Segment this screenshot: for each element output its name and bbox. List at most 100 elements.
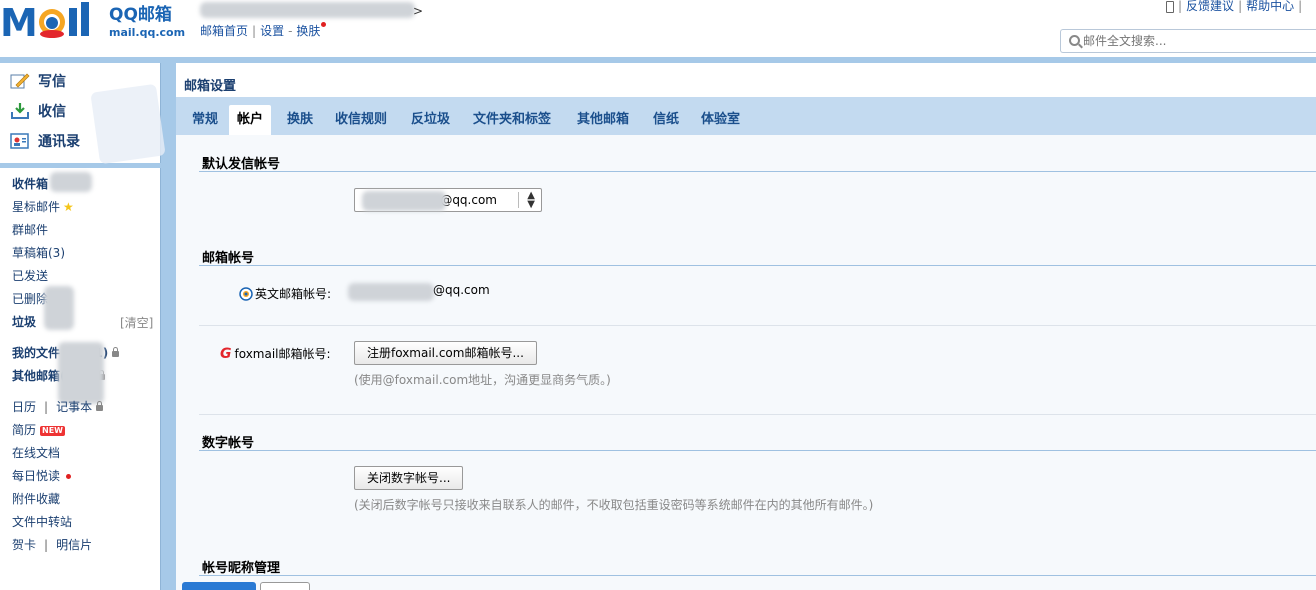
english-account-label-text: 英文邮箱帐号: — [255, 287, 332, 301]
english-account-label: 英文邮箱帐号: — [239, 285, 331, 302]
clear-spam-button[interactable]: [清空] — [120, 314, 153, 331]
folder-deleted[interactable]: 已删除 — [12, 291, 48, 307]
tab-mail-rules[interactable]: 收信规则 — [327, 105, 395, 135]
resume-link[interactable]: 简历 NEW — [12, 422, 65, 438]
compose-button[interactable]: 写信 — [10, 70, 66, 92]
redacted-user-name — [200, 2, 415, 18]
top-header: M QQ邮箱 mail.qq.com > 邮箱首页 | 设置 - 换肤 | 反馈建议 | 帮助… — [0, 0, 1316, 57]
section-divider — [199, 171, 1316, 172]
redacted-count — [50, 172, 92, 192]
folder-drafts[interactable]: 草稿箱(3) — [12, 245, 65, 261]
account-settings-content: 默认发信帐号 @qq.com ▲ ▼ 邮箱帐号 英文邮箱帐号: @qq.com G… — [176, 135, 1316, 590]
notes-link[interactable]: 记事本 — [56, 400, 92, 414]
foxmail-logo-icon: G — [220, 345, 232, 362]
contacts-label: 通讯录 — [38, 134, 80, 150]
tab-general[interactable]: 常规 — [184, 105, 226, 135]
inbox-label: 收信 — [38, 104, 66, 120]
greeting-card-link[interactable]: 贺卡 — [12, 538, 36, 552]
qq-mail-globe-icon — [239, 286, 253, 301]
section-title-nickname: 帐号昵称管理 — [202, 561, 281, 576]
file-transfer-link[interactable]: 文件中转站 — [12, 514, 72, 530]
my-folders-label: 我的文件 — [12, 346, 61, 360]
folder-starred[interactable]: 星标邮件 ★ — [12, 199, 74, 215]
folder-inbox[interactable]: 收件箱 — [12, 176, 48, 192]
search-input[interactable] — [1083, 33, 1303, 49]
help-center-link[interactable]: 帮助中心 — [1246, 0, 1294, 13]
redacted-account-name — [362, 191, 446, 211]
address-book-icon — [10, 132, 30, 150]
section-divider — [199, 450, 1316, 451]
folder-sent[interactable]: 已发送 — [12, 268, 48, 284]
register-foxmail-button[interactable]: 注册foxmail.com邮箱帐号... — [354, 341, 537, 365]
separator: - — [288, 24, 293, 38]
separator: | — [252, 24, 257, 38]
tab-lab[interactable]: 体验室 — [693, 105, 748, 135]
sidebar-folder-list: 收件箱 星标邮件 ★ 群邮件 草稿箱(3) 已发送 已删除 垃圾 [清空] 我的文… — [0, 168, 161, 590]
cancel-button[interactable] — [260, 582, 310, 590]
notification-dot — [66, 474, 72, 479]
section-title-digital-account: 数字帐号 — [202, 436, 255, 451]
default-sender-value: @qq.com — [440, 193, 497, 207]
foxmail-note: (使用@foxmail.com地址，沟通更显商务气质。) — [354, 373, 611, 387]
skin-notification-dot — [321, 22, 327, 27]
qq-mail-logo[interactable]: M — [0, 0, 104, 42]
skin-link[interactable]: 换肤 — [296, 24, 320, 38]
calendar-link[interactable]: 日历 — [12, 400, 36, 414]
inbox-button[interactable]: 收信 — [10, 100, 66, 122]
compose-label: 写信 — [38, 74, 66, 90]
postcard-link[interactable]: 明信片 — [56, 538, 92, 552]
contacts-button[interactable]: 通讯录 — [10, 130, 80, 152]
separator: | — [1298, 0, 1303, 13]
settings-panel: 邮箱设置 常规 帐户 换肤 收信规则 反垃圾 文件夹和标签 其他邮箱 信纸 体验… — [176, 63, 1316, 590]
separator: | — [44, 538, 49, 552]
brand-domain: mail.qq.com — [109, 26, 186, 39]
foxmail-account-label-text: foxmail邮箱帐号: — [234, 347, 331, 361]
redacted-account-name — [348, 283, 434, 301]
tab-stationery[interactable]: 信纸 — [645, 105, 687, 135]
daily-reading-label: 每日悦读 — [12, 469, 61, 483]
folder-starred-label: 星标邮件 — [12, 200, 61, 214]
close-digital-account-button[interactable]: 关闭数字帐号... — [354, 466, 464, 490]
section-divider — [199, 575, 1316, 576]
lock-icon — [96, 400, 104, 411]
search-box[interactable] — [1060, 29, 1316, 53]
svg-text:M: M — [0, 1, 38, 42]
tab-folders-labels[interactable]: 文件夹和标签 — [465, 105, 559, 135]
select-divider — [518, 192, 519, 208]
page-title: 邮箱设置 — [184, 79, 237, 94]
save-button[interactable] — [182, 582, 256, 590]
tab-other-mailboxes[interactable]: 其他邮箱 — [569, 105, 637, 135]
divider — [199, 325, 1316, 326]
online-docs-link[interactable]: 在线文档 — [12, 445, 60, 461]
redacted-count — [44, 286, 74, 330]
daily-reading-link[interactable]: 每日悦读 — [12, 468, 72, 484]
sidebar-quick-actions: 写信 收信 通讯录 — [0, 63, 166, 165]
separator: | — [1178, 0, 1183, 13]
tab-anti-spam[interactable]: 反垃圾 — [403, 105, 458, 135]
folder-spam[interactable]: 垃圾 — [12, 314, 36, 330]
section-title-mailbox-account: 邮箱帐号 — [202, 251, 255, 266]
redacted-count — [58, 342, 104, 404]
new-badge: NEW — [40, 425, 65, 436]
search-icon[interactable] — [1069, 35, 1080, 46]
phone-icon[interactable] — [1166, 0, 1174, 13]
tab-account[interactable]: 帐户 — [229, 105, 272, 135]
settings-link[interactable]: 设置 — [260, 24, 284, 38]
separator: | — [1238, 0, 1243, 13]
separator: | — [44, 400, 49, 414]
attachments-link[interactable]: 附件收藏 — [12, 491, 60, 507]
updown-arrow-icon: ▲ ▼ — [527, 190, 535, 210]
help-links: | 反馈建议 | 帮助中心 | — [1166, 0, 1306, 14]
digital-account-note: (关闭后数字帐号只接收来自联系人的邮件，不收取包括重设密码等系统邮件在内的其他所… — [354, 498, 874, 512]
mail-home-link[interactable]: 邮箱首页 — [200, 24, 248, 38]
feedback-link[interactable]: 反馈建议 — [1186, 0, 1234, 13]
app-row-cards: 贺卡 | 明信片 — [12, 537, 92, 553]
foxmail-account-label: G foxmail邮箱帐号: — [220, 345, 331, 362]
tab-skin[interactable]: 换肤 — [279, 105, 321, 135]
top-nav-links: 邮箱首页 | 设置 - 换肤 — [200, 22, 327, 39]
section-title-default-sender: 默认发信帐号 — [202, 157, 281, 172]
download-inbox-icon — [10, 102, 30, 120]
english-account-value: @qq.com — [433, 283, 490, 297]
folder-group-mail[interactable]: 群邮件 — [12, 222, 48, 238]
user-account-arrow[interactable]: > — [413, 4, 423, 18]
